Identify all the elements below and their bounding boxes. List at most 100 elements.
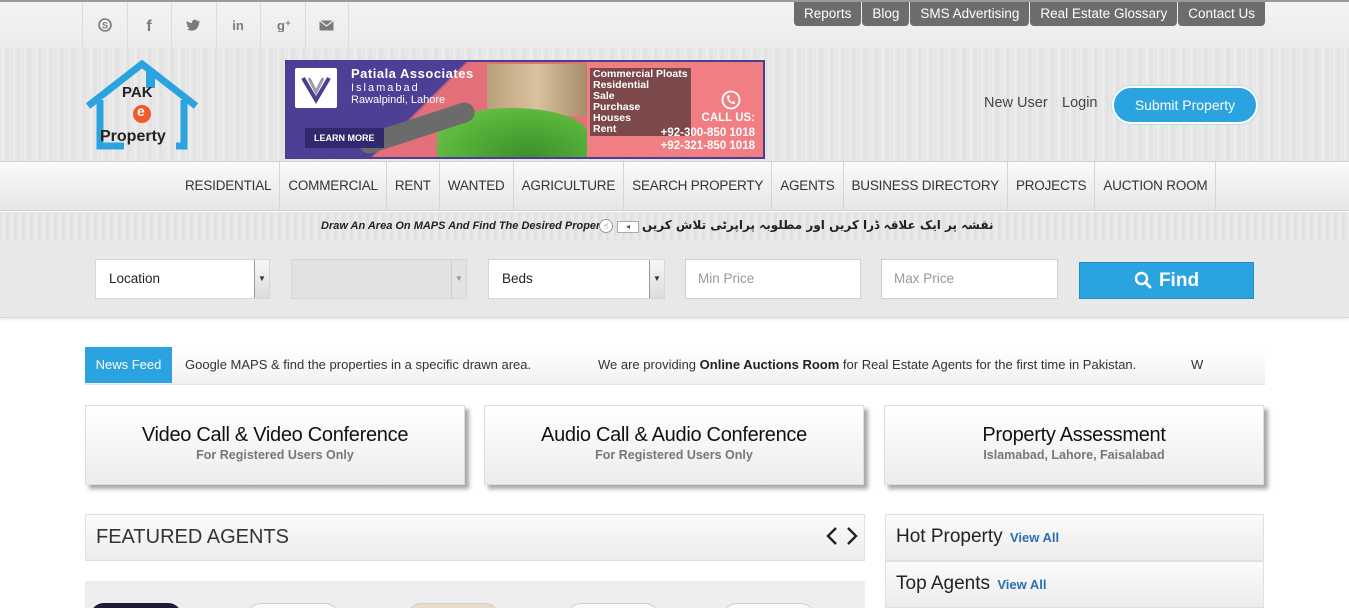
featured-agents-header: FEATURED AGENTS	[85, 514, 865, 561]
banner-learn-more[interactable]: LEARN MORE	[305, 128, 384, 148]
nav-wanted[interactable]: WANTED	[440, 162, 514, 211]
site-logo[interactable]: PAK e Property	[84, 59, 200, 152]
agent-logo[interactable]	[407, 603, 499, 608]
agent-logo[interactable]	[90, 603, 182, 608]
hand-pointer-icon: ☝	[599, 219, 613, 233]
top-links: Reports Blog SMS Advertising Real Estate…	[794, 2, 1265, 26]
news-item[interactable]: Google MAPS & find the properties in a s…	[185, 357, 531, 372]
beds-select-value: Beds	[502, 271, 533, 286]
main-nav: RESIDENTIAL COMMERCIAL RENT WANTED AGRIC…	[0, 161, 1349, 211]
banner-title: Patiala Associates	[351, 66, 474, 81]
svg-text:in: in	[232, 18, 244, 32]
nav-projects[interactable]: PROJECTS	[1008, 162, 1096, 211]
logo-text-pak: PAK	[122, 84, 153, 101]
min-price-input[interactable]: Min Price	[685, 259, 861, 299]
google-plus-icon[interactable]: g +	[260, 2, 305, 48]
new-user-link[interactable]: New User	[984, 95, 1048, 111]
card-subtitle: For Registered Users Only	[595, 448, 753, 462]
news-feed: News Feed Google MAPS & find the propert…	[85, 347, 1265, 385]
social-icons: S f in g +	[82, 2, 349, 48]
ad-banner[interactable]: Patiala Associates Islamabad Rawalpindi,…	[285, 60, 765, 159]
banner-subtitle-1: Islamabad	[351, 82, 420, 94]
news-item-bold: Online Auctions Room	[699, 357, 840, 372]
find-button[interactable]: Find	[1079, 262, 1254, 299]
logo-text-property: Property	[100, 128, 166, 145]
featured-agents-carousel	[85, 581, 865, 608]
chevron-left-icon[interactable]	[826, 526, 838, 552]
property-assessment-card[interactable]: Property Assessment Islamabad, Lahore, F…	[884, 405, 1264, 485]
nav-rent[interactable]: RENT	[387, 162, 440, 211]
facebook-icon[interactable]: f	[126, 2, 172, 48]
news-item-text: We are providing	[598, 357, 700, 372]
svg-text:S: S	[102, 21, 108, 31]
nav-agriculture[interactable]: AGRICULTURE	[514, 162, 625, 211]
agent-logo[interactable]	[723, 603, 815, 608]
news-item[interactable]: W	[1191, 357, 1203, 372]
banner-logo	[295, 68, 337, 108]
banner-subtitle-2: Rawalpindi, Lahore	[351, 94, 446, 106]
card-title: Property Assessment	[982, 424, 1166, 446]
beds-select[interactable]: Beds ▼	[488, 259, 665, 299]
card-title: Audio Call & Audio Conference	[541, 424, 807, 446]
agent-logo[interactable]	[567, 603, 659, 608]
link-contact-us[interactable]: Contact Us	[1178, 2, 1265, 26]
svg-text:g: g	[277, 18, 285, 32]
featured-agents-title: FEATURED AGENTS	[96, 526, 289, 548]
linkedin-icon[interactable]: in	[215, 2, 261, 48]
news-item-text: for Real Estate Agents for the first tim…	[839, 357, 1137, 372]
hot-property-panel: Hot Property View All	[885, 514, 1264, 561]
nav-auction-room[interactable]: AUCTION ROOM	[1095, 162, 1217, 211]
nav-agents[interactable]: AGENTS	[772, 162, 844, 211]
twitter-icon[interactable]	[171, 2, 216, 48]
banner-phone-1: +92-300-850 1018	[660, 127, 755, 139]
hot-property-title: Hot Property	[896, 526, 1003, 547]
arrow-icon: ◂	[617, 221, 639, 233]
skype-icon[interactable]: S	[82, 2, 127, 48]
link-real-estate-glossary[interactable]: Real Estate Glossary	[1030, 2, 1178, 26]
search-icon	[1134, 270, 1157, 290]
chevron-right-icon[interactable]	[846, 526, 858, 552]
top-agents-panel: Top Agents View All	[885, 561, 1264, 608]
max-price-input[interactable]: Max Price	[881, 259, 1058, 299]
top-bar: S f in g + Reports Blog SMS Advertising R…	[0, 0, 1349, 48]
submit-property-button[interactable]: Submit Property	[1112, 86, 1258, 124]
link-sms-advertising[interactable]: SMS Advertising	[910, 2, 1030, 26]
login-link[interactable]: Login	[1062, 95, 1097, 111]
top-agents-title: Top Agents	[896, 573, 991, 594]
find-button-label: Find	[1158, 270, 1200, 291]
news-item[interactable]: We are providing Online Auctions Room fo…	[598, 357, 1136, 372]
svg-text:f: f	[147, 18, 153, 33]
svg-text:+: +	[285, 18, 290, 28]
news-feed-label: News Feed	[85, 347, 172, 383]
site-header: PAK e Property Patiala Associates Islama…	[0, 48, 1349, 161]
chevron-down-icon: ▼	[451, 260, 466, 298]
chevron-down-icon: ▼	[254, 260, 269, 298]
banner-services: Commercial Ploats Residential Sale Purch…	[590, 68, 691, 136]
nav-search-property[interactable]: SEARCH PROPERTY	[624, 162, 773, 211]
top-agents-view-all[interactable]: View All	[997, 577, 1046, 592]
link-blog[interactable]: Blog	[862, 2, 910, 26]
banner-phone-2: +92-321-850 1018	[660, 140, 755, 152]
banner-call-us: CALL US:	[701, 112, 755, 124]
card-subtitle: For Registered Users Only	[196, 448, 354, 462]
audio-call-card[interactable]: Audio Call & Audio Conference For Regist…	[484, 405, 864, 485]
draw-area-text-urdu[interactable]: نقشہ پر ایک علاقہ ڈرا کریں اور مطلوبہ پر…	[642, 218, 994, 232]
video-call-card[interactable]: Video Call & Video Conference For Regist…	[85, 405, 465, 485]
card-title: Video Call & Video Conference	[141, 424, 409, 446]
hot-property-view-all[interactable]: View All	[1010, 530, 1059, 545]
agent-logo[interactable]	[247, 603, 339, 608]
search-bar: Location ▼ ▼ Beds ▼ Min Price Max Price …	[0, 240, 1349, 318]
draw-area-strip[interactable]: Draw An Area On MAPS And Find The Desire…	[0, 212, 1349, 240]
link-reports[interactable]: Reports	[794, 2, 862, 26]
chevron-down-icon: ▼	[649, 260, 664, 298]
location-select-value: Location	[109, 271, 161, 286]
card-subtitle: Islamabad, Lahore, Faisalabad	[983, 448, 1165, 462]
sub-location-select[interactable]: ▼	[291, 259, 467, 299]
nav-business-directory[interactable]: BUSINESS DIRECTORY	[844, 162, 1008, 211]
nav-commercial[interactable]: COMMERCIAL	[280, 162, 387, 211]
location-select[interactable]: Location ▼	[95, 259, 270, 299]
logo-text-e: e	[137, 103, 145, 119]
email-icon[interactable]	[304, 2, 349, 48]
draw-area-text-english[interactable]: Draw An Area On MAPS And Find The Desire…	[321, 220, 610, 232]
nav-residential[interactable]: RESIDENTIAL	[177, 162, 281, 211]
